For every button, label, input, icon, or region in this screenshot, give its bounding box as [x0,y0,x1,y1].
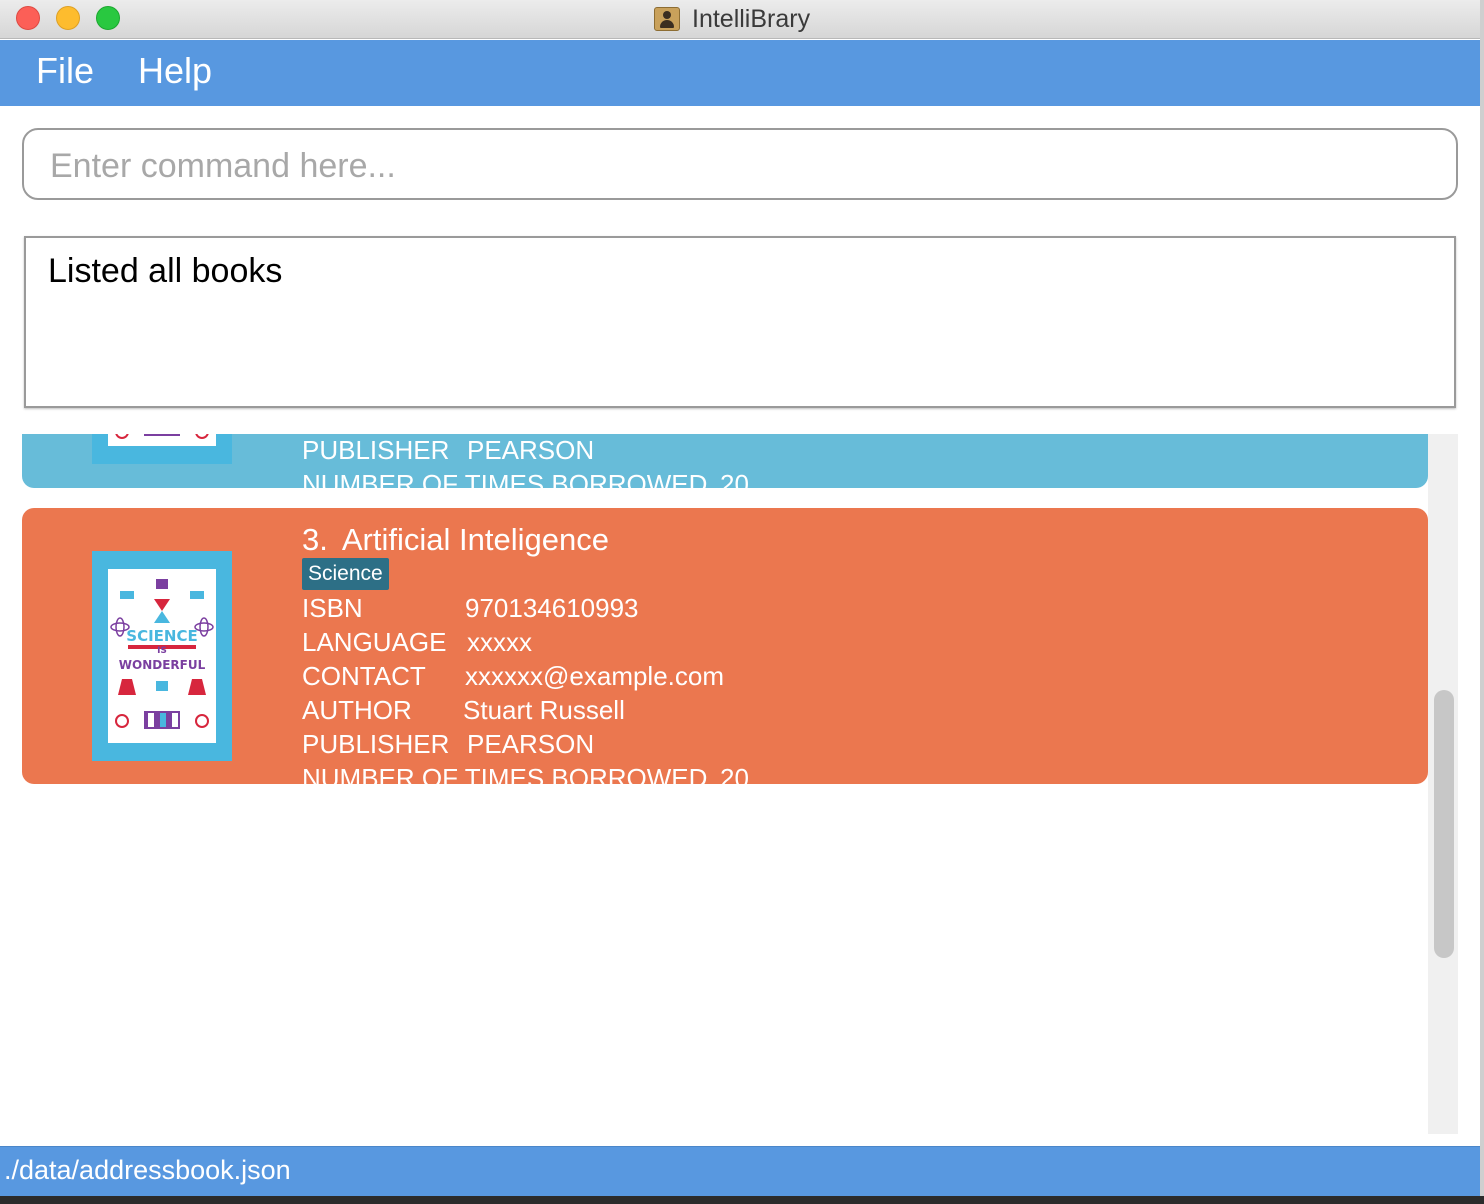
maximize-window-button[interactable] [96,6,120,30]
window-title-group: IntelliBrary [654,4,810,34]
background-strip [1480,0,1484,1204]
cover-art-icon: SCIENCE IS WONDERFUL [110,579,214,729]
language-value: xxxxx [467,627,532,657]
command-input[interactable] [48,140,1432,192]
borrowed-value: 20 [720,763,749,784]
cover-text-line3: WONDERFUL [119,658,206,672]
book-cover-image: SCIENCE IS WONDERFUL [92,551,232,761]
author-label: AUTHOR [302,695,412,725]
menu-file[interactable]: File [36,50,94,92]
genre-tag: Science [302,558,389,590]
book-title: 3. Artificial Inteligence [302,522,609,558]
menu-help[interactable]: Help [138,50,212,92]
contact-value: xxxxxx@example.com [465,661,725,691]
book-list[interactable]: PUBLISHER PEARSON NUMBER OF TIMES BORROW… [0,434,1458,1134]
status-bar: ./data/addressbook.json [0,1146,1480,1197]
cover-text-line1: SCIENCE [126,627,197,645]
menu-bar: File Help [0,40,1480,106]
minimize-window-button[interactable] [56,6,80,30]
result-display: Listed all books [24,236,1456,408]
app-icon [654,7,680,31]
command-box [22,128,1458,200]
publisher-label: PUBLISHER [302,729,450,759]
cover-art-icon [115,434,209,439]
list-scrollbar-thumb[interactable] [1434,690,1454,958]
author-value: Stuart Russell [463,695,625,725]
publisher-value: PEARSON [467,435,595,465]
book-card[interactable]: PUBLISHER PEARSON NUMBER OF TIMES BORROW… [22,434,1428,488]
language-label: LANGUAGE [302,627,447,657]
window-title: IntelliBrary [692,4,811,33]
borrowed-label: NUMBER OF TIMES BORROWED [302,763,708,784]
book-index: 3. [302,522,328,557]
background-taskbar [0,1196,1484,1204]
publisher-label: PUBLISHER [302,435,450,465]
isbn-value: 970134610993 [465,593,639,623]
borrowed-label: NUMBER OF TIMES BORROWED [302,469,708,488]
result-text: Listed all books [48,252,283,290]
title-bar: IntelliBrary [0,0,1480,39]
isbn-label: ISBN [302,593,363,623]
book-title-text: Artificial Inteligence [341,522,609,557]
publisher-value: PEARSON [467,729,595,759]
book-card[interactable]: SCIENCE IS WONDERFUL 3. Artificial Intel… [22,508,1428,784]
cover-text-line2: IS [157,646,167,656]
contact-label: CONTACT [302,661,426,691]
borrowed-value: 20 [720,469,749,488]
close-window-button[interactable] [16,6,40,30]
book-cover-image [92,434,232,464]
save-location-path: ./data/addressbook.json [4,1155,291,1185]
